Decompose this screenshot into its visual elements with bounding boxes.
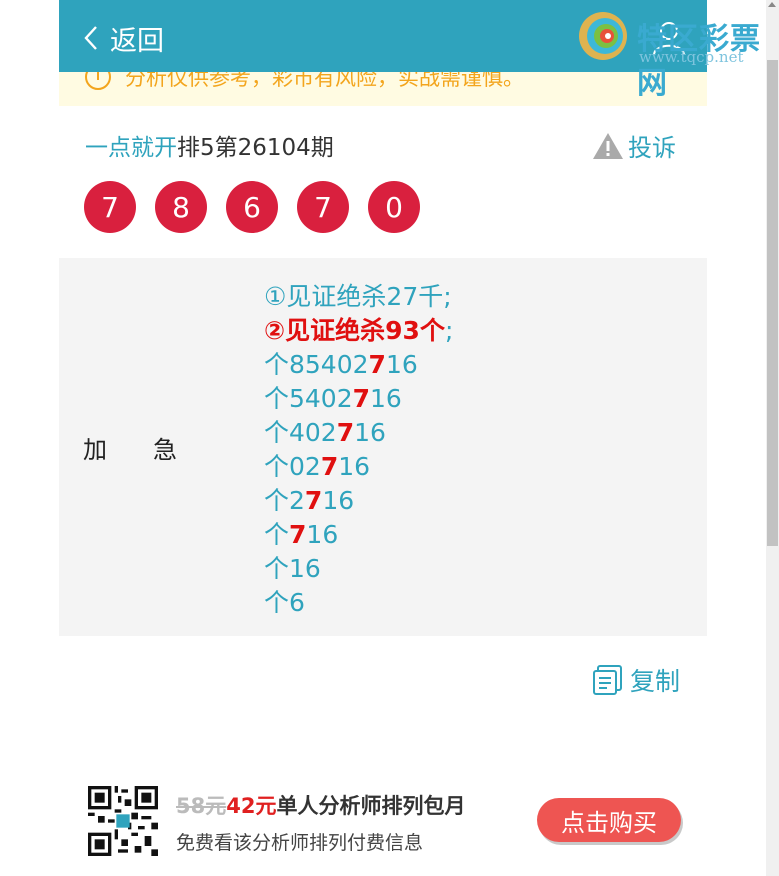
analysis-line: ①见证绝杀27千;: [264, 282, 452, 311]
result-ball: 6: [226, 181, 278, 233]
line-highlight: 7: [304, 486, 323, 515]
complain-label: 投诉: [628, 134, 676, 162]
subscription-promo: 58元42元单人分析师排列包月 免费看该分析师排列付费信息 点击购买: [88, 786, 688, 858]
copy-label: 复制: [630, 667, 681, 696]
analysis-line: 个85402716: [264, 348, 453, 382]
content-label: 加急: [83, 436, 223, 464]
issue-title: 一点就开排5第26104期: [85, 128, 334, 162]
line-suffix: 16: [338, 452, 371, 481]
line-suffix: 16: [322, 486, 355, 515]
line-prefix: 个6: [264, 588, 305, 617]
result-ball: 8: [155, 181, 207, 233]
line-highlight: 7: [352, 384, 371, 413]
analysis-lines: ①见证绝杀27千; ②见证绝杀93个; 个85402716 个5402716 个…: [264, 280, 453, 620]
logo-swirl-icon: [579, 12, 627, 60]
analysis-line: 个02716: [264, 450, 453, 484]
line-prefix: 个02: [264, 452, 321, 481]
copy-button[interactable]: 复制: [592, 662, 680, 698]
line-prefix: 个2: [264, 486, 305, 515]
back-label: 返回: [110, 25, 164, 57]
line-highlight: 7: [368, 350, 386, 379]
result-ball: 0: [368, 181, 420, 233]
line-prefix: 个85402: [264, 350, 369, 379]
warning-icon: [593, 132, 623, 159]
analysis-line: 个402716: [264, 416, 453, 450]
promo-subtitle: 免费看该分析师排列付费信息: [176, 832, 424, 854]
analysis-line: 个16: [264, 552, 453, 586]
copy-icon: [593, 665, 622, 695]
promo-title-text: 单人分析师排列包月: [276, 794, 466, 818]
back-button[interactable]: 返回: [84, 18, 164, 58]
line-highlight: 7: [336, 418, 355, 447]
scrollbar-thumb[interactable]: [767, 60, 778, 546]
analysis-line: 个716: [264, 518, 453, 552]
line-highlight: 7: [320, 452, 339, 481]
qr-code-icon: [88, 786, 158, 856]
issue-number: 排5第26104期: [177, 135, 334, 161]
line-suffix: 16: [385, 350, 418, 379]
result-ball: 7: [84, 181, 136, 233]
source-link[interactable]: 一点就开: [85, 135, 177, 161]
result-ball: 7: [297, 181, 349, 233]
line-highlight: 7: [289, 520, 307, 549]
scroll-up-arrow-icon[interactable]: [768, 2, 776, 7]
analysis-line-text: ②见证绝杀93个: [264, 316, 445, 345]
site-logo: 特区彩票网 www.tqcp.net: [575, 6, 775, 101]
line-prefix: 个16: [264, 554, 321, 583]
line-suffix: 16: [306, 520, 339, 549]
old-price: 58元: [176, 794, 227, 818]
chevron-left-icon: [84, 26, 97, 50]
analysis-line: 个2716: [264, 484, 453, 518]
site-url: www.tqcp.net: [639, 48, 744, 66]
analysis-line: 个5402716: [264, 382, 453, 416]
analysis-content: 加急 ①见证绝杀27千; ②见证绝杀93个; 个85402716 个540271…: [59, 258, 707, 636]
complain-button[interactable]: 投诉: [592, 128, 676, 163]
analysis-line-end: ;: [444, 316, 454, 345]
line-prefix: 个5402: [264, 384, 353, 413]
line-suffix: 16: [354, 418, 386, 447]
line-suffix: 16: [370, 384, 402, 413]
analysis-line: ②见证绝杀93个;: [264, 314, 453, 348]
analysis-line: 个6: [264, 586, 453, 620]
line-prefix: 个402: [264, 418, 337, 447]
new-price: 42元: [226, 794, 277, 818]
line-prefix: 个: [264, 520, 290, 549]
result-balls: 7 8 6 7 0: [84, 181, 439, 233]
promo-title: 58元42元单人分析师排列包月: [176, 790, 465, 820]
buy-button[interactable]: 点击购买: [537, 798, 681, 842]
